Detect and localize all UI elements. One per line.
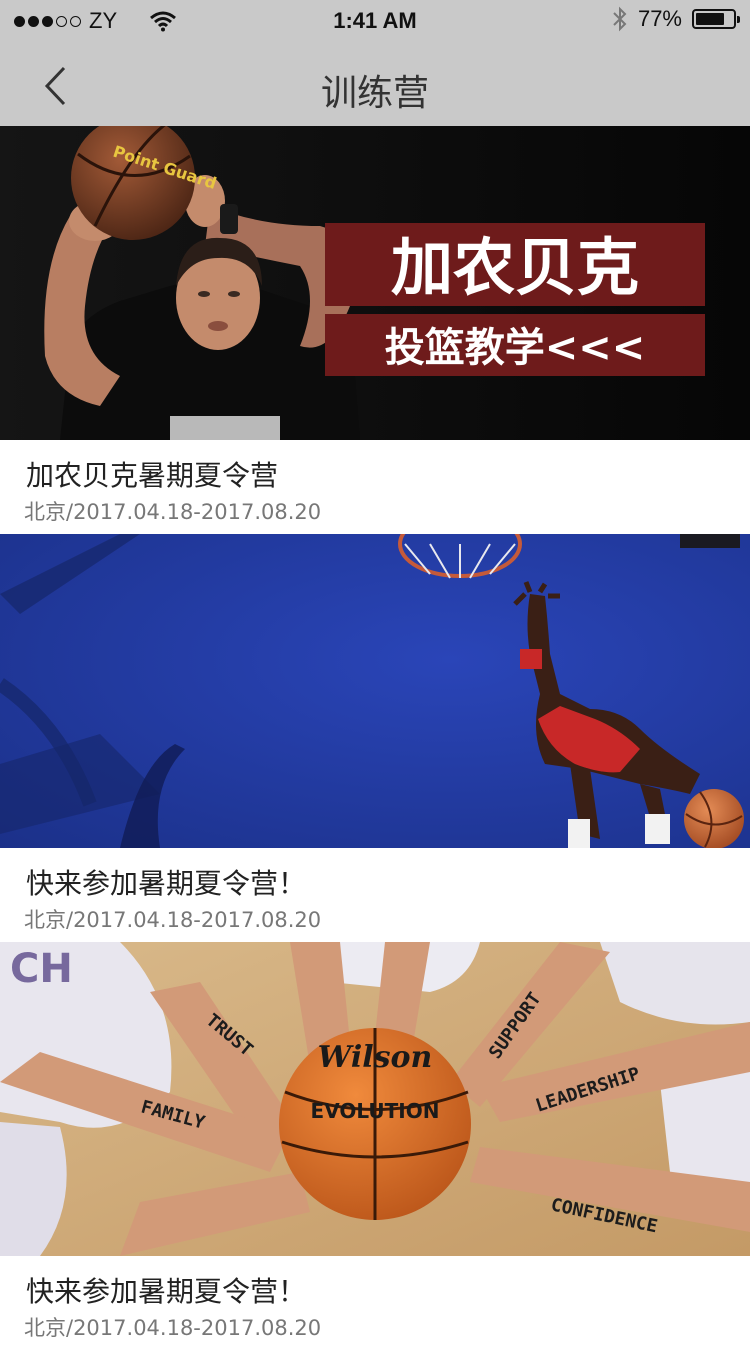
navigation-bar: 训练营 [0, 40, 750, 126]
svg-text:CH: CH [10, 946, 73, 992]
camp-banner-image: CH Wilson EVOLUTION TRUST FAMILY SUPPORT… [0, 942, 750, 1256]
camp-info: 快来参加暑期夏令营！ 北京/2017.04.18-2017.08.20 [0, 848, 750, 942]
ball-brand-text: Wilson [318, 1040, 433, 1075]
camp-name: 快来参加暑期夏令营！ [26, 867, 307, 900]
camp-banner-image: Point Guard 加农贝克 投篮教学<<< [0, 126, 750, 440]
camp-info: 快来参加暑期夏令营！ 北京/2017.04.18-2017.08.20 [0, 1256, 750, 1350]
camp-name: 加农贝克暑期夏令营 [26, 459, 279, 492]
camp-info: 加农贝克暑期夏令营 北京/2017.04.18-2017.08.20 [0, 440, 750, 534]
camp-banner-image [0, 534, 750, 848]
banner-subtitle-text: 投篮教学<<< [385, 325, 646, 371]
camp-name: 快来参加暑期夏令营！ [26, 1275, 307, 1308]
ball-model-text: EVOLUTION [311, 1099, 440, 1123]
camp-location-dates: 北京/2017.04.18-2017.08.20 [24, 908, 322, 932]
camp-location-dates: 北京/2017.04.18-2017.08.20 [24, 1316, 322, 1340]
page-title: 训练营 [320, 73, 429, 114]
bluetooth-icon [613, 6, 627, 32]
status-bar: ZY 1:41 AM 77% [0, 0, 750, 40]
battery-group: 77% [612, 6, 740, 32]
banner-title-text: 加农贝克 [391, 231, 639, 304]
battery-icon [692, 9, 740, 29]
camp-location-dates: 北京/2017.04.18-2017.08.20 [24, 500, 322, 524]
battery-percent: 77% [637, 6, 682, 31]
